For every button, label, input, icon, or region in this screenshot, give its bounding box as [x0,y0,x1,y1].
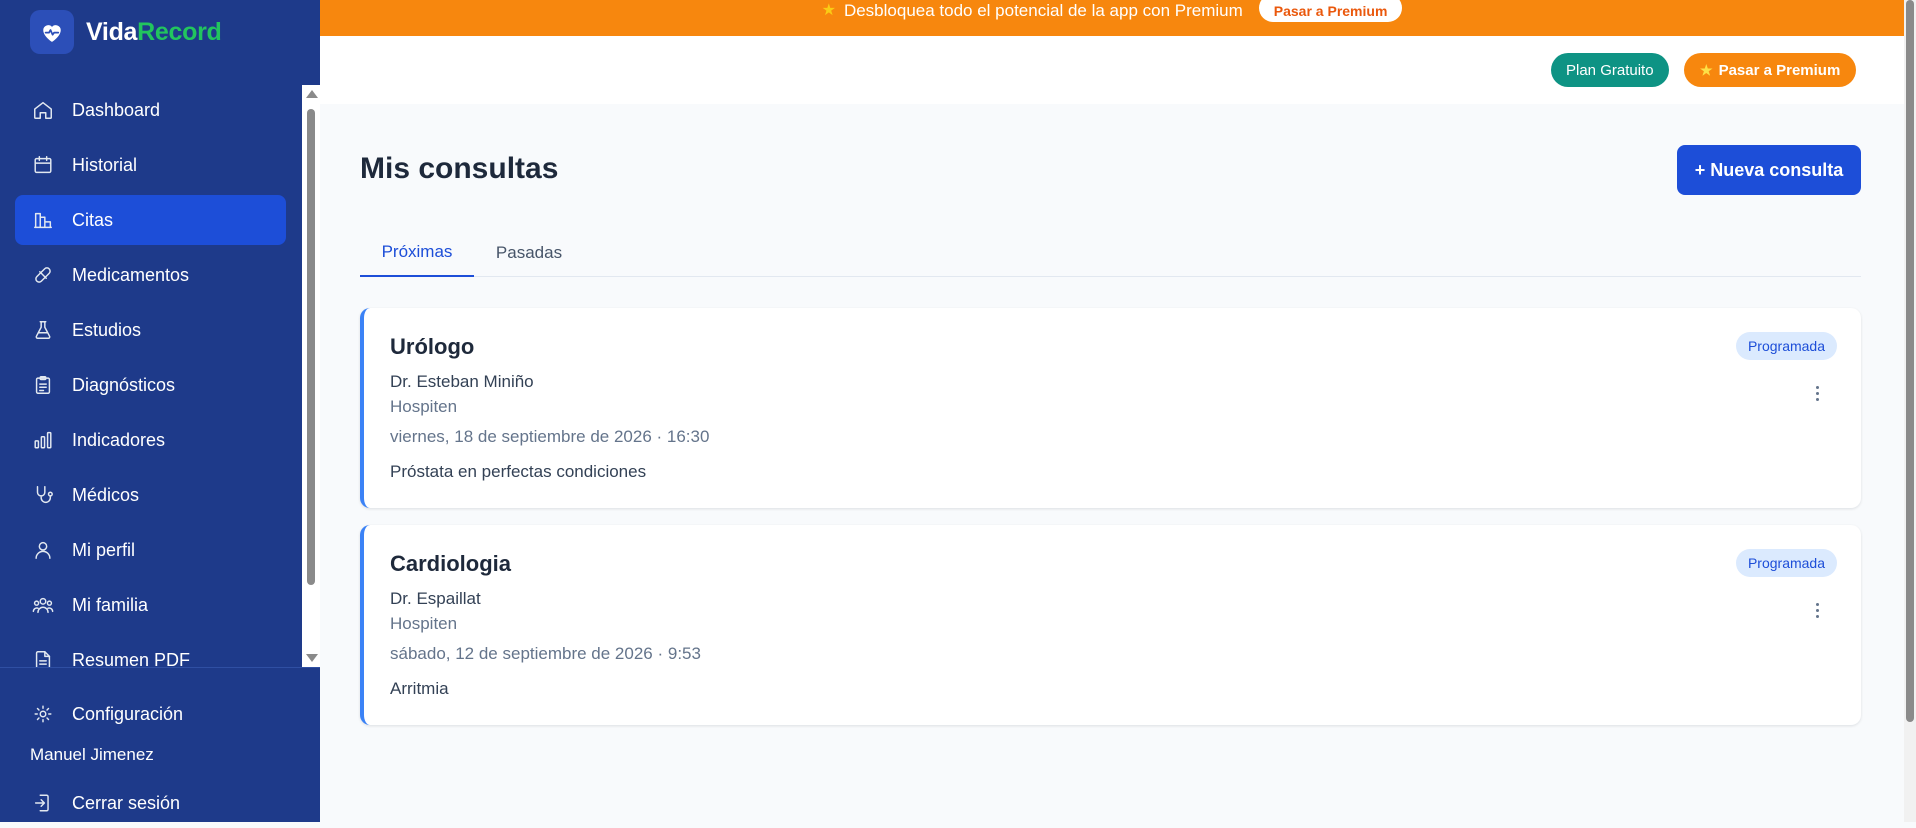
premium-banner-text: Desbloquea todo el potencial de la app c… [843,1,1243,20]
sidebar-item-label: Configuración [72,703,184,724]
appointment-doctor: Dr. Espaillat [390,589,481,608]
appointment-card[interactable]: Cardiologia Dr. Espaillat Hospiten sábad… [360,525,1861,725]
sidebar-item-label: Citas [72,209,114,230]
premium-banner: ★ Desbloquea todo el potencial de la app… [320,0,1904,36]
appointment-doctor: Dr. Esteban Miniño [390,372,534,391]
more-options-icon[interactable] [1807,380,1827,406]
upgrade-premium-label: Pasar a Premium [1718,61,1841,79]
sidebar: VidaRecord Dashboard Historial Citas Med… [0,0,320,822]
star-icon: ★ [821,2,836,19]
flask-icon [31,318,55,342]
page-scrollbar-thumb[interactable] [1906,0,1914,722]
sidebar-item-medicos[interactable]: Médicos [15,470,286,520]
heart-pulse-icon [30,10,74,54]
sidebar-item-label: Historial [72,154,138,175]
user-name: Manuel Jimenez [30,745,154,764]
appointment-datetime: viernes, 18 de septiembre de 2026 · 16:3… [390,427,710,446]
star-icon: ★ [1700,61,1713,78]
tab-proximas[interactable]: Próximas [360,228,474,277]
brand-name: VidaRecord [86,18,222,47]
sidebar-item-medicamentos[interactable]: Medicamentos [15,250,286,300]
appointment-place: Hospiten [390,397,458,416]
brand-name-part1: Vida [86,17,138,46]
appointment-tabs: Próximas Pasadas [360,228,1861,277]
sidebar-item-label: Medicamentos [72,264,190,285]
more-options-icon[interactable] [1807,597,1827,623]
status-badge: Programada [1735,332,1837,360]
sidebar-item-label: Diagnósticos [72,374,176,395]
sidebar-item-estudios[interactable]: Estudios [15,305,286,355]
sidebar-item-configuracion[interactable]: Configuración [15,689,286,739]
user-icon [31,538,55,562]
appointments-icon [31,208,55,232]
appointment-place: Hospiten [390,614,458,633]
clipboard-icon [31,373,55,397]
appointment-datetime: sábado, 12 de septiembre de 2026 · 9:53 [390,644,701,663]
sidebar-item-mi-perfil[interactable]: Mi perfil [15,525,286,575]
sidebar-item-historial[interactable]: Historial [15,140,286,190]
sidebar-item-indicadores[interactable]: Indicadores [15,415,286,465]
stethoscope-icon [31,483,55,507]
calendar-icon [31,153,55,177]
appointment-specialty: Cardiologia [390,551,512,576]
appointment-note: Próstata en perfectas condiciones [390,462,647,481]
scroll-down-arrow-icon[interactable] [306,654,318,662]
logout-icon [31,791,55,815]
new-appointment-button[interactable]: + Nueva consulta [1677,145,1861,195]
appointment-note: Arritmia [390,679,449,698]
sidebar-item-mi-familia[interactable]: Mi familia [15,580,286,630]
sidebar-nav: Dashboard Historial Citas Medicamentos E… [0,85,302,667]
file-icon [31,648,55,667]
brand[interactable]: VidaRecord [30,10,222,54]
page-title: Mis consultas [360,152,559,185]
appointment-card[interactable]: Urólogo Dr. Esteban Miniño Hospiten vier… [360,308,1861,508]
sidebar-item-label: Resumen PDF [72,649,191,668]
sidebar-scrollbar-thumb[interactable] [307,109,315,585]
premium-banner-content: ★ Desbloquea todo el potencial de la app… [822,0,1403,22]
sidebar-item-label: Indicadores [72,429,166,450]
sidebar-item-resumen-pdf[interactable]: Resumen PDF [15,635,286,667]
pill-icon [31,263,55,287]
sidebar-scrollbar[interactable] [302,85,320,667]
home-icon [31,98,55,122]
sidebar-item-label: Estudios [72,319,142,340]
scroll-up-arrow-icon[interactable] [306,90,318,98]
appointment-specialty: Urólogo [390,334,475,359]
logout-label: Cerrar sesión [72,792,181,813]
sidebar-item-dashboard[interactable]: Dashboard [15,85,286,135]
banner-upgrade-button[interactable]: Pasar a Premium [1258,0,1403,22]
sidebar-item-label: Médicos [72,484,140,505]
status-badge: Programada [1735,549,1837,577]
sidebar-divider [0,667,320,668]
sidebar-item-label: Mi familia [72,594,149,615]
sidebar-item-citas[interactable]: Citas [15,195,286,245]
bar-chart-icon [31,428,55,452]
sidebar-item-diagnosticos[interactable]: Diagnósticos [15,360,286,410]
upgrade-premium-button[interactable]: ★ Pasar a Premium [1684,53,1857,87]
brand-name-part2: Record [137,17,222,46]
gear-icon [31,702,55,726]
sidebar-item-label: Dashboard [72,99,161,120]
page-scrollbar[interactable] [1904,0,1916,822]
plan-badge[interactable]: Plan Gratuito [1551,53,1669,87]
tab-pasadas[interactable]: Pasadas [474,228,584,277]
sidebar-item-label: Mi perfil [72,539,136,560]
users-icon [31,593,55,617]
logout-button[interactable]: Cerrar sesión [15,778,286,828]
top-bar: Plan Gratuito ★ Pasar a Premium [320,36,1904,104]
